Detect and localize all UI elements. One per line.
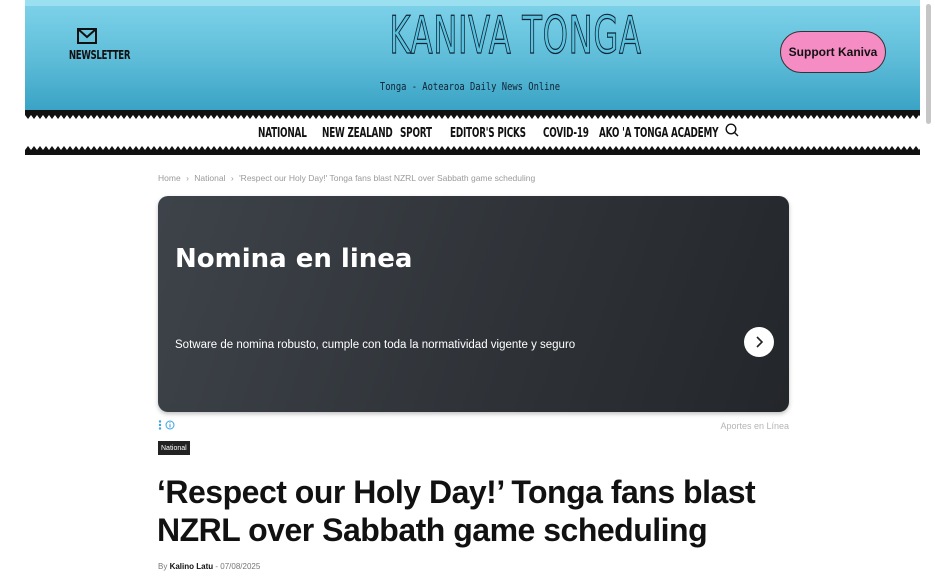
ad-info-icon[interactable] bbox=[165, 420, 175, 430]
advertisement-banner[interactable]: Nomina en linea Sotware de nomina robust… bbox=[158, 196, 789, 412]
byline-separator: - bbox=[215, 562, 219, 571]
ad-title: Nomina en linea bbox=[175, 244, 413, 274]
breadcrumb-national[interactable]: National bbox=[194, 173, 225, 183]
support-kaniva-button[interactable]: Support Kaniva bbox=[780, 31, 886, 73]
newsletter-link[interactable]: NEWSLETTER bbox=[57, 28, 131, 64]
ad-source-link[interactable]: Aportes en Línea bbox=[720, 421, 789, 431]
nav-bottom-border bbox=[25, 146, 920, 155]
search-icon bbox=[725, 123, 739, 137]
newsletter-label: NEWSLETTER bbox=[68, 48, 131, 62]
nav-item-editors-picks[interactable]: EDITOR'S PICKS bbox=[450, 126, 526, 141]
site-tagline: Tonga - Aotearoa Daily News Online bbox=[379, 80, 561, 93]
author-link[interactable]: Kalino Latu bbox=[170, 562, 214, 571]
breadcrumb: Home › National › 'Respect our Holy Day!… bbox=[158, 173, 535, 183]
breadcrumb-separator: › bbox=[230, 173, 234, 183]
breadcrumb-current: 'Respect our Holy Day!' Tonga fans blast… bbox=[239, 173, 536, 183]
nav-item-new-zealand[interactable]: NEW ZEALAND bbox=[322, 126, 393, 141]
nav-item-sport[interactable]: SPORT bbox=[400, 126, 432, 141]
main-nav: NATIONAL NEW ZEALAND SPORT EDITOR'S PICK… bbox=[25, 110, 920, 155]
search-button[interactable] bbox=[725, 123, 739, 142]
page-scrollbar[interactable] bbox=[922, 0, 935, 579]
envelope-icon bbox=[77, 28, 97, 44]
byline-prefix: By bbox=[158, 562, 168, 571]
nav-menu: NATIONAL NEW ZEALAND SPORT EDITOR'S PICK… bbox=[258, 123, 739, 142]
article-byline: By Kalino Latu - 07/08/2025 bbox=[158, 562, 260, 571]
site-logo[interactable]: KANIVA TONGA bbox=[389, 5, 641, 66]
nav-top-border bbox=[25, 110, 920, 119]
breadcrumb-home[interactable]: Home bbox=[158, 173, 181, 183]
nav-item-national[interactable]: NATIONAL bbox=[258, 126, 307, 141]
nav-item-ako-tonga-academy[interactable]: AKO 'A TONGA ACADEMY bbox=[599, 126, 719, 141]
breadcrumb-separator: › bbox=[186, 173, 189, 183]
scrollbar-thumb[interactable] bbox=[926, 4, 931, 124]
ad-next-button[interactable] bbox=[744, 327, 774, 357]
ad-description: Sotware de nomina robusto, cumple con to… bbox=[175, 339, 576, 351]
article-date: 07/08/2025 bbox=[220, 562, 261, 571]
nav-item-covid-19[interactable]: COVID-19 bbox=[543, 126, 589, 141]
chevron-right-icon bbox=[756, 336, 764, 348]
article-title: ‘Respect our Holy Day!’ Tonga fans blast… bbox=[157, 474, 756, 548]
category-badge[interactable]: National bbox=[158, 441, 190, 455]
ad-controls bbox=[158, 420, 175, 430]
ad-options-icon[interactable] bbox=[158, 420, 162, 430]
site-header: NEWSLETTER KANIVA TONGA Tonga - Aotearoa… bbox=[25, 0, 920, 110]
